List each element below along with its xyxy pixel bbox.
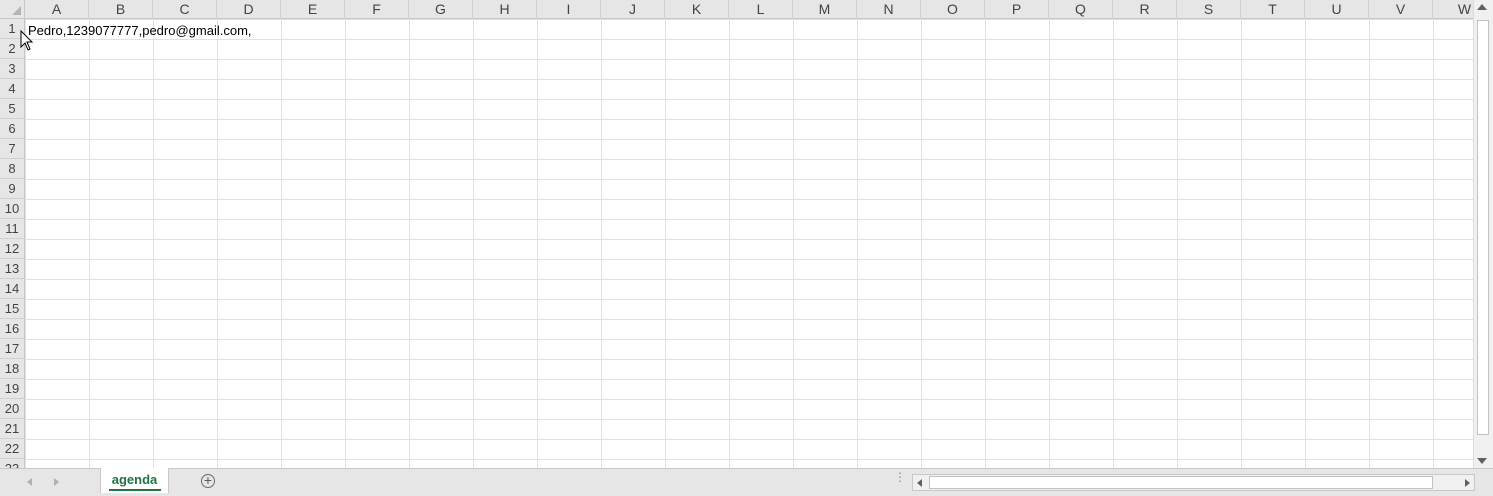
select-all-triangle-icon: [12, 6, 21, 15]
column-header[interactable]: N: [857, 0, 921, 19]
column-header[interactable]: M: [793, 0, 857, 19]
mouse-pointer-icon: [20, 30, 34, 51]
sheet-tab-agenda[interactable]: agenda: [100, 468, 169, 493]
next-sheet-icon[interactable]: [54, 478, 59, 486]
column-header[interactable]: P: [985, 0, 1049, 19]
row-header[interactable]: 4: [0, 79, 24, 99]
column-header[interactable]: W: [1433, 0, 1473, 19]
cell-grid[interactable]: [25, 19, 1473, 468]
column-header[interactable]: C: [153, 0, 217, 19]
row-header[interactable]: 23: [0, 459, 24, 468]
row-header[interactable]: 12: [0, 239, 24, 259]
active-tab-indicator: [109, 489, 161, 491]
row-header[interactable]: 17: [0, 339, 24, 359]
scroll-down-icon[interactable]: [1477, 458, 1487, 464]
row-header[interactable]: 6: [0, 119, 24, 139]
column-header[interactable]: F: [345, 0, 409, 19]
column-header[interactable]: K: [665, 0, 729, 19]
column-header[interactable]: H: [473, 0, 537, 19]
column-header[interactable]: L: [729, 0, 793, 19]
column-header[interactable]: T: [1241, 0, 1305, 19]
column-header[interactable]: D: [217, 0, 281, 19]
row-header[interactable]: 16: [0, 319, 24, 339]
row-header[interactable]: 8: [0, 159, 24, 179]
worksheet: ABCDEFGHIJKLMNOPQRSTUVW 1 2 3 4 5 6 7 8 9 10 11 12 1…: [0, 0, 1473, 468]
row-header[interactable]: 15: [0, 299, 24, 319]
column-header[interactable]: V: [1369, 0, 1433, 19]
row-headers: 1234567891011121314151617181920212223: [0, 19, 25, 468]
row-header[interactable]: 22: [0, 439, 24, 459]
scroll-up-icon[interactable]: [1477, 4, 1487, 10]
column-headers: ABCDEFGHIJKLMNOPQRSTUVW: [25, 0, 1473, 19]
horizontal-scroll-thumb[interactable]: [929, 476, 1433, 489]
column-header[interactable]: U: [1305, 0, 1369, 19]
vertical-scrollbar[interactable]: [1473, 0, 1493, 468]
column-header[interactable]: S: [1177, 0, 1241, 19]
sheet-tab-bar: agenda + ⋮: [0, 468, 1493, 496]
scroll-right-icon[interactable]: [1465, 479, 1470, 487]
column-header[interactable]: O: [921, 0, 985, 19]
row-header[interactable]: 19: [0, 379, 24, 399]
horizontal-scrollbar[interactable]: [912, 474, 1475, 491]
sheet-tab-label: agenda: [111, 472, 158, 487]
column-header[interactable]: A: [25, 0, 89, 19]
row-header[interactable]: 14: [0, 279, 24, 299]
column-header[interactable]: J: [601, 0, 665, 19]
column-header[interactable]: G: [409, 0, 473, 19]
row-header[interactable]: 13: [0, 259, 24, 279]
row-header[interactable]: 3: [0, 59, 24, 79]
row-header[interactable]: 9: [0, 179, 24, 199]
previous-sheet-icon[interactable]: [27, 478, 32, 486]
plus-circle-icon: +: [203, 472, 213, 488]
select-all-button[interactable]: [0, 0, 25, 19]
row-header[interactable]: 7: [0, 139, 24, 159]
column-header[interactable]: E: [281, 0, 345, 19]
row-header[interactable]: 10: [0, 199, 24, 219]
column-header[interactable]: I: [537, 0, 601, 19]
column-header[interactable]: R: [1113, 0, 1177, 19]
row-header[interactable]: 18: [0, 359, 24, 379]
row-header[interactable]: 21: [0, 419, 24, 439]
row-header[interactable]: 20: [0, 399, 24, 419]
add-sheet-button[interactable]: +: [201, 472, 215, 488]
column-header[interactable]: B: [89, 0, 153, 19]
column-header[interactable]: Q: [1049, 0, 1113, 19]
row-header[interactable]: 5: [0, 99, 24, 119]
split-handle-icon[interactable]: ⋮: [894, 471, 906, 483]
vertical-scroll-thumb[interactable]: [1477, 20, 1489, 435]
scroll-left-icon[interactable]: [917, 479, 922, 487]
cell-a1[interactable]: Pedro,1239077777,pedro@gmail.com,: [28, 21, 252, 40]
row-header[interactable]: 11: [0, 219, 24, 239]
